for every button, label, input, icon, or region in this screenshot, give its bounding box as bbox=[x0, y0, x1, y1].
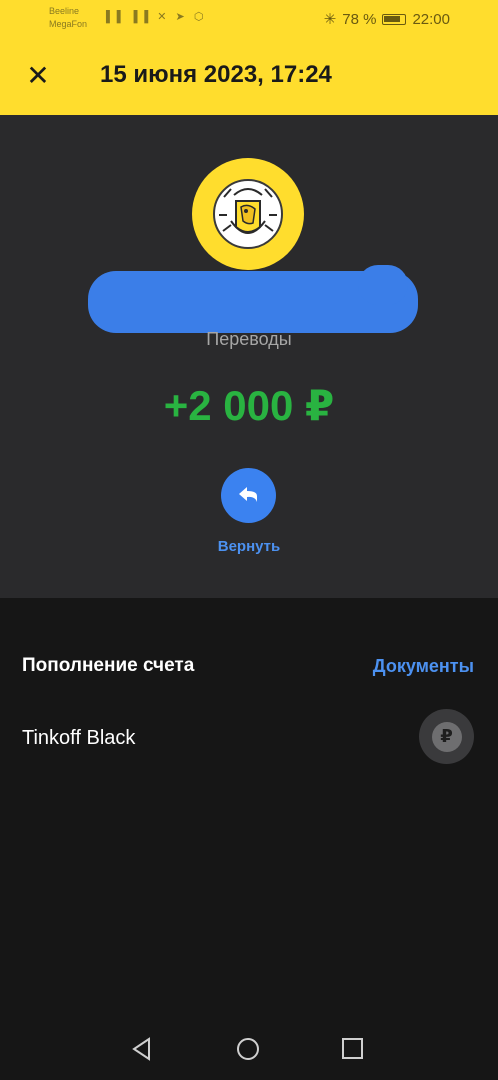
tinkoff-emblem-icon bbox=[213, 179, 283, 249]
documents-link[interactable]: Документы bbox=[373, 656, 474, 677]
return-button[interactable] bbox=[221, 468, 276, 523]
header: ✕ 15 июня 2023, 17:24 bbox=[0, 38, 498, 115]
status-icons: ▐▐ ▐▐ ✕ ➤ ⬡ bbox=[102, 11, 207, 23]
status-right: ✳ 78 % 22:00 bbox=[323, 10, 450, 29]
account-currency-badge: ₽ bbox=[419, 709, 474, 764]
redacted-sender-name bbox=[88, 265, 418, 333]
close-icon: ✕ bbox=[26, 60, 50, 91]
account-name[interactable]: Tinkoff Black bbox=[22, 727, 135, 750]
transaction-category: Переводы bbox=[206, 329, 292, 349]
return-label[interactable]: Вернуть bbox=[0, 538, 498, 555]
home-nav-icon[interactable] bbox=[235, 1036, 261, 1062]
status-bar: Beeline MegaFon ▐▐ ▐▐ ✕ ➤ ⬡ ✳ 78 % 22:00 bbox=[0, 0, 498, 38]
transaction-card: Переводы +2 000 ₽ Вернуть bbox=[0, 115, 498, 598]
bluetooth-icon: ✳ bbox=[323, 11, 337, 28]
transaction-amount: +2 000 ₽ bbox=[163, 382, 335, 429]
carrier-1: Beeline bbox=[49, 6, 80, 16]
carrier-2: MegaFon bbox=[49, 19, 88, 29]
clock: 22:00 bbox=[412, 10, 450, 28]
battery-icon bbox=[382, 13, 407, 25]
carrier-names: Beeline MegaFon bbox=[49, 5, 87, 31]
return-arrow-icon bbox=[238, 486, 257, 502]
system-nav-bar bbox=[0, 1020, 498, 1080]
battery-percent: 78 % bbox=[342, 10, 377, 28]
ruble-icon: ₽ bbox=[431, 721, 462, 752]
bank-logo bbox=[192, 158, 304, 270]
section-title: Пополнение счета bbox=[22, 655, 195, 676]
back-nav-icon[interactable] bbox=[129, 1036, 155, 1062]
page-title: 15 июня 2023, 17:24 bbox=[100, 61, 332, 88]
close-button[interactable]: ✕ bbox=[24, 62, 52, 90]
recents-nav-icon[interactable] bbox=[340, 1036, 366, 1062]
